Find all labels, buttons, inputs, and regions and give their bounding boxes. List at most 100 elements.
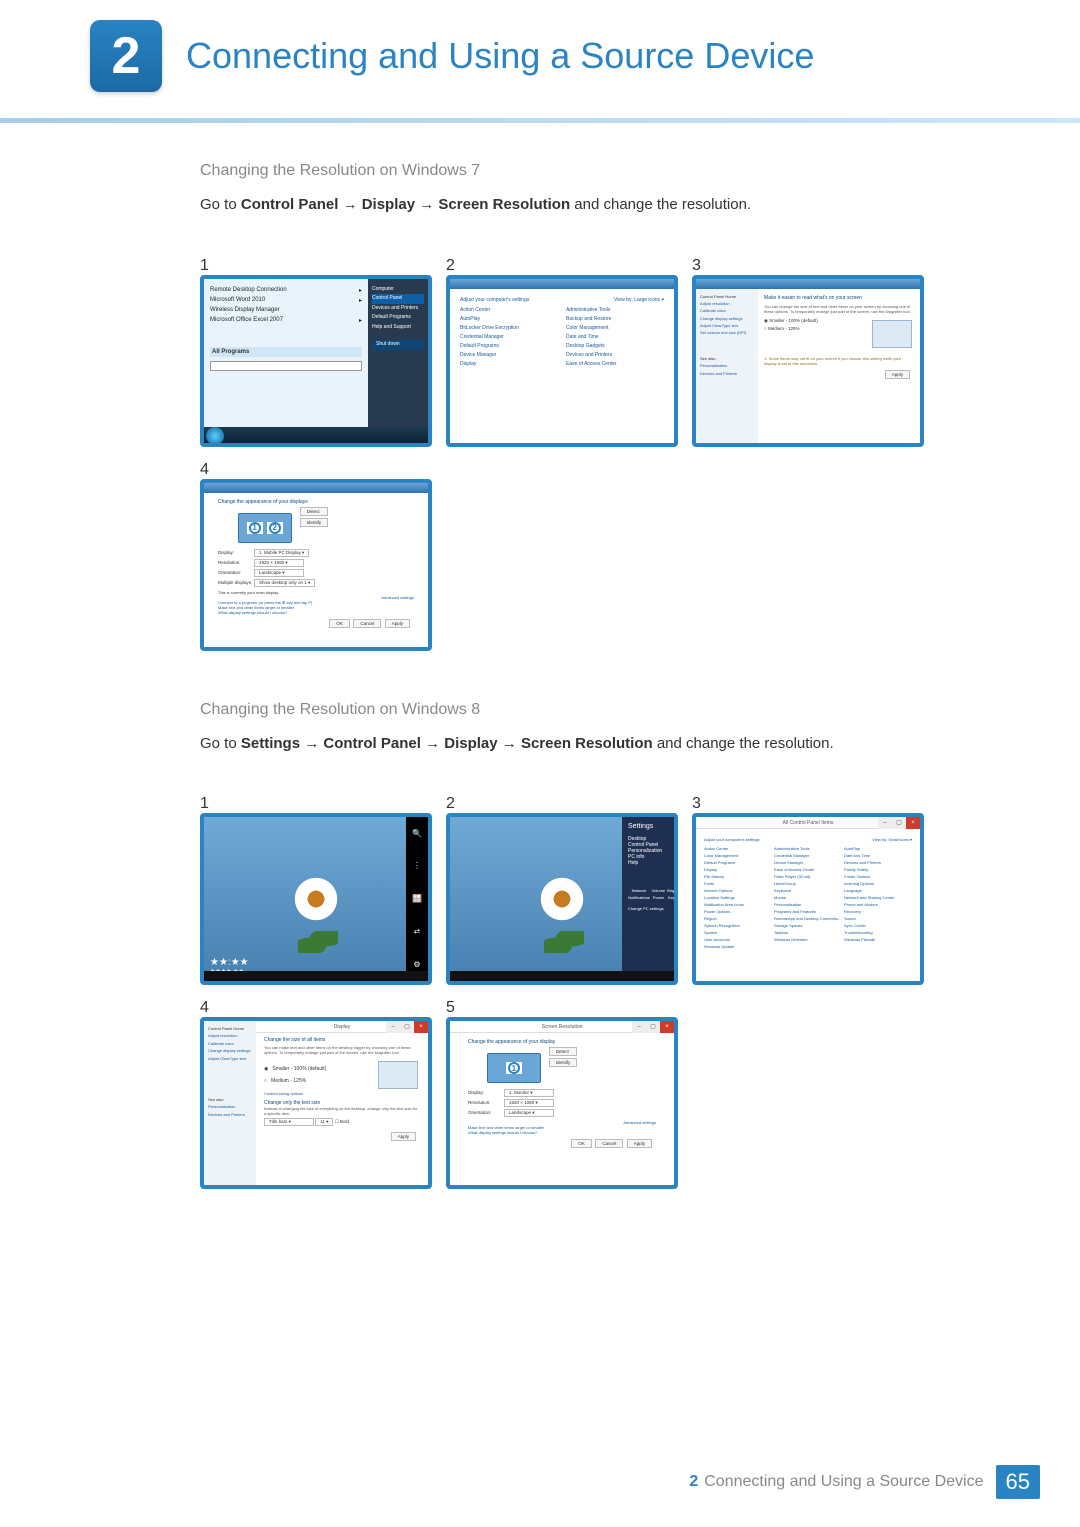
- cp-item[interactable]: Credential Manager: [774, 853, 842, 858]
- view-by-dropdown[interactable]: View by: Small icons ▾: [872, 837, 912, 842]
- see-also-item[interactable]: Personalization: [700, 364, 754, 368]
- display-preview[interactable]: 1 2: [238, 513, 292, 543]
- view-by-dropdown[interactable]: View by: Large icons ▾: [614, 297, 664, 303]
- display-dropdown[interactable]: 1. Mobile PC Display ▾: [254, 549, 309, 557]
- start-charm-icon[interactable]: 🪟: [412, 894, 422, 903]
- cp-item[interactable]: Backup and Restore: [566, 316, 664, 322]
- cp-item[interactable]: Speech Recognition: [704, 923, 772, 928]
- cp-item[interactable]: AutoPlay: [844, 846, 912, 851]
- text-item-dropdown[interactable]: Title bars ▾: [264, 1118, 314, 1126]
- cp-item[interactable]: Family Safety: [844, 867, 912, 872]
- network-icon[interactable]: Network: [628, 888, 650, 893]
- all-programs[interactable]: All Programs: [210, 347, 362, 357]
- start-item[interactable]: Microsoft Office Excel 2007: [210, 315, 362, 325]
- cp-item[interactable]: BitLocker Drive Encryption: [460, 325, 558, 331]
- cp-item[interactable]: Troubleshooting: [844, 930, 912, 935]
- power-icon[interactable]: Power: [652, 895, 665, 900]
- start-place[interactable]: Default Programs: [372, 313, 424, 323]
- side-item[interactable]: Change display settings: [208, 1049, 252, 1053]
- cp-item[interactable]: RemoteApp and Desktop Connections: [774, 916, 842, 921]
- cp-item[interactable]: Phone and Modem: [844, 902, 912, 907]
- cp-item[interactable]: Credential Manager: [460, 334, 558, 340]
- minimize-icon[interactable]: –: [878, 817, 892, 829]
- cp-item[interactable]: Display: [704, 867, 772, 872]
- close-icon[interactable]: ×: [660, 1021, 674, 1033]
- side-item-adjust-resolution[interactable]: Adjust resolution: [700, 302, 754, 306]
- settings-charm-icon[interactable]: ⚙: [413, 960, 420, 969]
- start-search-input[interactable]: [210, 361, 362, 371]
- side-item[interactable]: Control Panel Home: [208, 1027, 252, 1031]
- window-titlebar[interactable]: [696, 279, 920, 289]
- share-charm-icon[interactable]: ⋮: [413, 861, 421, 870]
- see-also-item[interactable]: Devices and Printers: [208, 1113, 252, 1117]
- cp-item[interactable]: Sync Center: [844, 923, 912, 928]
- close-icon[interactable]: ×: [414, 1021, 428, 1033]
- settings-link[interactable]: Help: [628, 860, 668, 866]
- cp-item[interactable]: System: [704, 930, 772, 935]
- start-item[interactable]: Remote Desktop Connection: [210, 285, 362, 295]
- charms-bar[interactable]: 🔍 ⋮ 🪟 ⮂ ⚙: [406, 817, 428, 981]
- close-icon[interactable]: ×: [906, 817, 920, 829]
- taskbar[interactable]: [204, 971, 428, 981]
- display-preview[interactable]: 1: [487, 1053, 541, 1083]
- window-titlebar[interactable]: [204, 483, 428, 493]
- side-item[interactable]: Calibrate color: [700, 309, 754, 313]
- cp-item[interactable]: Ease of Access Center: [774, 867, 842, 872]
- apply-button[interactable]: Apply: [885, 370, 910, 379]
- maximize-icon[interactable]: ▢: [892, 817, 906, 829]
- cancel-button[interactable]: Cancel: [595, 1139, 623, 1148]
- cp-item[interactable]: Folder Options: [844, 874, 912, 879]
- size-option[interactable]: ◉ Smaller - 100% (default): [764, 318, 864, 324]
- window-titlebar[interactable]: Screen Resolution –▢×: [450, 1021, 674, 1033]
- cp-item[interactable]: HomeGroup: [774, 881, 842, 886]
- text-size-dropdown[interactable]: 11 ▾: [315, 1118, 333, 1126]
- size-option[interactable]: ◉ Smaller - 100% (default): [264, 1066, 370, 1072]
- display-dropdown[interactable]: 1. Monitor ▾: [504, 1089, 554, 1097]
- cp-item[interactable]: Device Manager: [774, 860, 842, 865]
- custom-sizing-link[interactable]: Custom sizing options: [264, 1091, 420, 1096]
- apply-button[interactable]: Apply: [627, 1139, 652, 1148]
- cp-item[interactable]: Color Management: [566, 325, 664, 331]
- cp-item[interactable]: Personalization: [774, 902, 842, 907]
- devices-charm-icon[interactable]: ⮂: [414, 927, 420, 937]
- see-also-item[interactable]: Personalization: [208, 1105, 252, 1109]
- taskbar[interactable]: [204, 427, 428, 443]
- apply-button[interactable]: Apply: [391, 1132, 416, 1141]
- side-item[interactable]: Calibrate color: [208, 1042, 252, 1046]
- maximize-icon[interactable]: ▢: [646, 1021, 660, 1033]
- cp-item[interactable]: AutoPlay: [460, 316, 558, 322]
- cp-item[interactable]: Devices and Printers: [566, 352, 664, 358]
- cp-item[interactable]: Devices and Printers: [844, 860, 912, 865]
- cp-item[interactable]: Sound: [844, 916, 912, 921]
- window-titlebar[interactable]: [450, 279, 674, 289]
- resolution-dropdown[interactable]: 1920 × 1080 ▾: [504, 1099, 554, 1107]
- cp-item[interactable]: Flash Player (32-bit): [774, 874, 842, 879]
- cp-item[interactable]: Ease of Access Center: [566, 361, 664, 367]
- cp-item[interactable]: Network and Sharing Center: [844, 895, 912, 900]
- cp-item[interactable]: Device Manager: [460, 352, 558, 358]
- detect-button[interactable]: Detect: [549, 1047, 578, 1056]
- start-orb-icon[interactable]: [206, 427, 224, 445]
- cp-item[interactable]: Date and Time: [566, 334, 664, 340]
- start-item[interactable]: Wireless Display Manager: [210, 305, 362, 315]
- cp-item[interactable]: File History: [704, 874, 772, 879]
- see-also-item[interactable]: Devices and Printers: [700, 372, 754, 376]
- minimize-icon[interactable]: –: [632, 1021, 646, 1033]
- cp-item[interactable]: Desktop Gadgets: [566, 343, 664, 349]
- detect-button[interactable]: Detect: [300, 507, 329, 516]
- cp-item[interactable]: Windows Update: [704, 944, 772, 949]
- cp-item[interactable]: Region: [704, 916, 772, 921]
- multi-display-dropdown[interactable]: Show desktop only on 1 ▾: [254, 579, 315, 587]
- cp-item-display[interactable]: Display: [460, 361, 558, 367]
- side-item[interactable]: Control Panel Home: [700, 295, 754, 299]
- size-option[interactable]: ○ Medium - 125%: [264, 1078, 370, 1084]
- cp-item[interactable]: Windows Firewall: [844, 937, 912, 942]
- cp-item[interactable]: Programs and Features: [774, 909, 842, 914]
- cp-item[interactable]: Recovery: [844, 909, 912, 914]
- cp-item[interactable]: Administrative Tools: [566, 307, 664, 313]
- cp-item[interactable]: Date and Time: [844, 853, 912, 858]
- identify-button[interactable]: Identify: [300, 518, 329, 527]
- window-titlebar[interactable]: Display –▢×: [256, 1021, 428, 1033]
- cp-item[interactable]: Administrative Tools: [774, 846, 842, 851]
- volume-icon[interactable]: Volume: [652, 888, 665, 893]
